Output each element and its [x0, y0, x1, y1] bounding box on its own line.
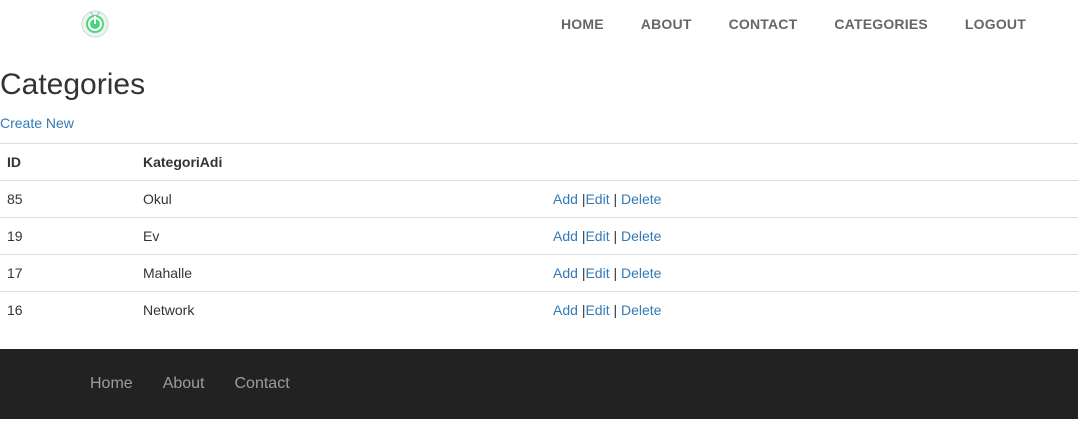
- create-new-link[interactable]: Create New: [0, 115, 74, 131]
- delete-link[interactable]: Delete: [621, 191, 661, 207]
- nav-contact-link[interactable]: CONTACT: [729, 16, 798, 32]
- cell-name: Network: [136, 291, 546, 328]
- table-row: 85 Okul Add |Edit | Delete: [0, 180, 1078, 218]
- cell-id: 16: [0, 291, 136, 328]
- page-title: Categories: [0, 68, 146, 101]
- separator: |: [613, 302, 618, 318]
- separator: |: [613, 265, 618, 281]
- table-header-row: ID KategoriAdi: [0, 143, 1078, 181]
- categories-table: ID KategoriAdi 85 Okul Add |Edit | Delet…: [0, 143, 1078, 328]
- add-link[interactable]: Add: [553, 265, 578, 281]
- row-actions: Add |Edit | Delete: [546, 254, 1078, 292]
- edit-link[interactable]: Edit: [585, 265, 609, 281]
- table-row: 17 Mahalle Add |Edit | Delete: [0, 254, 1078, 292]
- delete-link[interactable]: Delete: [621, 265, 661, 281]
- footer-about-link[interactable]: About: [163, 375, 205, 393]
- delete-link[interactable]: Delete: [621, 302, 661, 318]
- edit-link[interactable]: Edit: [585, 191, 609, 207]
- column-header-kategoriadi: KategoriAdi: [136, 143, 546, 181]
- add-link[interactable]: Add: [553, 191, 578, 207]
- nav-logout-link[interactable]: LOGOUT: [965, 16, 1026, 32]
- top-navbar: HOME ABOUT CONTACT CATEGORIES LOGOUT: [0, 0, 1078, 50]
- column-header-id: ID: [0, 143, 136, 181]
- nav-home-link[interactable]: HOME: [561, 16, 604, 32]
- column-header-actions: [546, 143, 1078, 181]
- edit-link[interactable]: Edit: [585, 228, 609, 244]
- table-row: 16 Network Add |Edit | Delete: [0, 291, 1078, 328]
- row-actions: Add |Edit | Delete: [546, 217, 1078, 255]
- separator: |: [613, 191, 618, 207]
- row-actions: Add |Edit | Delete: [546, 180, 1078, 218]
- cell-id: 19: [0, 217, 136, 255]
- row-actions: Add |Edit | Delete: [546, 291, 1078, 328]
- cell-id: 17: [0, 254, 136, 292]
- cell-name: Ev: [136, 217, 546, 255]
- separator: |: [613, 228, 618, 244]
- footer-nav: Home About Contact: [90, 349, 320, 419]
- power-logo-icon[interactable]: [80, 8, 110, 38]
- delete-link[interactable]: Delete: [621, 228, 661, 244]
- footer-contact-link[interactable]: Contact: [235, 375, 290, 393]
- cell-name: Okul: [136, 180, 546, 218]
- edit-link[interactable]: Edit: [585, 302, 609, 318]
- main-nav: HOME ABOUT CONTACT CATEGORIES LOGOUT: [524, 0, 1026, 48]
- nav-categories-link[interactable]: CATEGORIES: [834, 16, 928, 32]
- cell-id: 85: [0, 180, 136, 218]
- add-link[interactable]: Add: [553, 302, 578, 318]
- nav-about-link[interactable]: ABOUT: [641, 16, 692, 32]
- footer: Home About Contact: [0, 349, 1078, 419]
- cell-name: Mahalle: [136, 254, 546, 292]
- add-link[interactable]: Add: [553, 228, 578, 244]
- footer-home-link[interactable]: Home: [90, 375, 133, 393]
- table-row: 19 Ev Add |Edit | Delete: [0, 217, 1078, 255]
